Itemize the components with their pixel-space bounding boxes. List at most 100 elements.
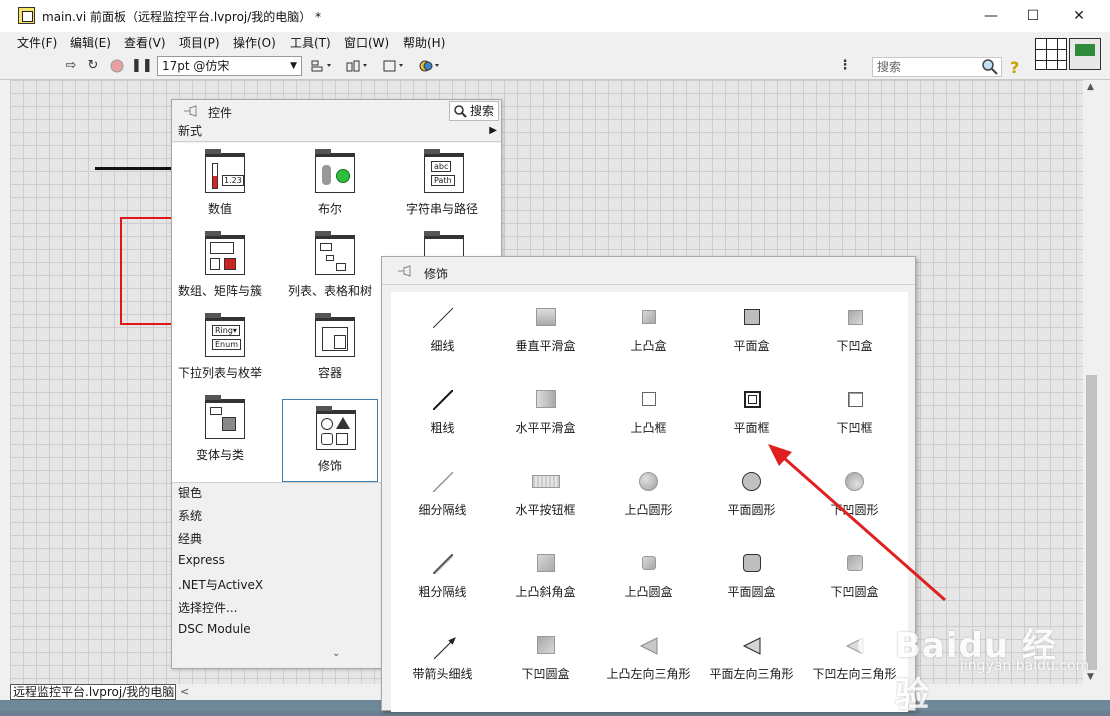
numeric-icon: 1.23 bbox=[205, 149, 245, 193]
deco-raised-frame[interactable]: 上凸框 bbox=[597, 374, 700, 456]
deco-arrow-line[interactable]: 带箭头细线 bbox=[391, 620, 494, 702]
deco-label: 下凹圆盒 bbox=[521, 667, 570, 681]
menu-window[interactable]: 窗口(W) bbox=[344, 34, 389, 51]
palette-item-dotnet-activex[interactable]: .NET与ActiveX bbox=[178, 576, 263, 593]
category-containers[interactable]: 容器 bbox=[282, 307, 378, 389]
deco-label: 水平平滑盒 bbox=[515, 421, 576, 435]
chevron-down-icon[interactable]: ⌄ bbox=[332, 648, 340, 659]
menu-edit[interactable]: 编辑(E) bbox=[70, 34, 111, 51]
align-objects-icon[interactable] bbox=[310, 58, 336, 74]
reorder-icon[interactable] bbox=[418, 58, 444, 74]
category-list-table-tree[interactable]: 列表、表格和树 bbox=[282, 225, 378, 307]
palette-item-express[interactable]: Express bbox=[178, 553, 225, 567]
ring-enum-icon: Ring▾ Enum bbox=[205, 313, 245, 357]
connector-pane-icon[interactable] bbox=[1035, 38, 1067, 70]
font-select[interactable]: 17pt @仿宋 ▼ bbox=[157, 56, 302, 76]
deco-horizontal-smooth-box[interactable]: 水平平滑盒 bbox=[494, 374, 597, 456]
minimize-button[interactable]: — bbox=[968, 0, 1014, 32]
deco-thin-divider[interactable]: 细分隔线 bbox=[391, 456, 494, 538]
palette-item-dsc-module[interactable]: DSC Module bbox=[178, 622, 251, 636]
palette-search-button[interactable]: 搜索 bbox=[449, 101, 499, 121]
search-icon[interactable] bbox=[980, 57, 1000, 77]
deco-flat-box[interactable]: 平面盒 bbox=[700, 292, 803, 374]
palette-section-modern[interactable]: 新式 ▶ bbox=[172, 122, 501, 142]
deco-label: 细分隔线 bbox=[418, 503, 467, 517]
deco-raised-box[interactable]: 上凸盒 bbox=[597, 292, 700, 374]
category-ring-enum[interactable]: Ring▾ Enum 下拉列表与枚举 bbox=[172, 307, 268, 389]
deco-flat-circle[interactable]: 平面圆形 bbox=[700, 456, 803, 538]
category-label: 修饰 bbox=[317, 459, 342, 473]
array-cluster-icon bbox=[205, 231, 245, 275]
vi-icon[interactable] bbox=[1069, 38, 1101, 70]
palette-item-classic[interactable]: 经典 bbox=[178, 530, 202, 547]
deco-label: 垂直平滑盒 bbox=[515, 339, 576, 353]
category-array-matrix-cluster[interactable]: 数组、矩阵与簇 bbox=[172, 225, 268, 307]
deco-raised-bevel-box[interactable]: 上凸斜角盒 bbox=[494, 538, 597, 620]
title-bar: main.vi 前面板（远程监控平台.lvproj/我的电脑） * — ☐ ✕ bbox=[0, 0, 1110, 32]
category-numeric[interactable]: 1.23 数值 bbox=[172, 143, 268, 225]
deco-lowered-frame[interactable]: 下凹框 bbox=[803, 374, 906, 456]
pin-icon[interactable] bbox=[396, 264, 412, 278]
menu-operate[interactable]: 操作(O) bbox=[233, 34, 276, 51]
menu-project[interactable]: 项目(P) bbox=[179, 34, 220, 51]
deco-flat-frame[interactable]: 平面框 bbox=[700, 374, 803, 456]
lowered-rounded-box-icon bbox=[845, 554, 865, 574]
thick-divider-icon bbox=[433, 554, 453, 574]
distribute-objects-icon[interactable] bbox=[346, 58, 372, 74]
flat-left-triangle-icon bbox=[742, 637, 761, 655]
abort-icon[interactable] bbox=[108, 58, 126, 74]
context-help-icon[interactable]: ? bbox=[1010, 58, 1019, 77]
deco-lowered-rounded-box-2[interactable]: 下凹圆盒 bbox=[494, 620, 597, 702]
deco-thick-divider[interactable]: 粗分隔线 bbox=[391, 538, 494, 620]
category-variant-class[interactable]: 变体与类 bbox=[172, 389, 268, 471]
menu-help[interactable]: 帮助(H) bbox=[403, 34, 445, 51]
deco-thin-line[interactable]: 细线 bbox=[391, 292, 494, 374]
category-label: 数值 bbox=[207, 202, 232, 216]
category-label: 下拉列表与枚举 bbox=[177, 366, 262, 380]
scroll-up-icon[interactable]: ▲ bbox=[1087, 82, 1094, 92]
chevron-down-icon: ▼ bbox=[290, 61, 297, 71]
resize-objects-icon[interactable] bbox=[382, 58, 408, 74]
category-decorations[interactable]: 修饰 bbox=[282, 399, 378, 482]
menu-view[interactable]: 查看(V) bbox=[124, 34, 166, 51]
scroll-left-icon[interactable]: < bbox=[180, 685, 189, 698]
vertical-scrollbar[interactable]: ▲ ▼ bbox=[1083, 80, 1100, 684]
scrollbar-thumb[interactable] bbox=[1086, 375, 1097, 670]
decorations-grid: 细线 垂直平滑盒 上凸盒 平面盒 下凹盒 粗线 水平平滑盒 上凸框 平面框 下凹… bbox=[391, 292, 908, 712]
run-continuously-icon[interactable]: ↻ bbox=[84, 58, 102, 74]
deco-vertical-smooth-box[interactable]: 垂直平滑盒 bbox=[494, 292, 597, 374]
run-arrow-icon[interactable]: ⇨ bbox=[62, 58, 80, 74]
deco-lowered-box[interactable]: 下凹盒 bbox=[803, 292, 906, 374]
pin-icon[interactable] bbox=[182, 104, 198, 118]
deco-raised-rounded-box[interactable]: 上凸圆盒 bbox=[597, 538, 700, 620]
lowered-rounded-box-icon bbox=[536, 636, 556, 656]
palette-section-label: 新式 bbox=[178, 124, 203, 138]
deco-label: 平面左向三角形 bbox=[709, 667, 794, 681]
deco-lowered-circle[interactable]: 下凹圆形 bbox=[803, 456, 906, 538]
category-boolean[interactable]: 布尔 bbox=[282, 143, 378, 225]
menu-tools[interactable]: 工具(T) bbox=[290, 34, 331, 51]
maximize-button[interactable]: ☐ bbox=[1010, 0, 1056, 32]
palette-item-select-control[interactable]: 选择控件... bbox=[178, 599, 237, 616]
decorations-palette-header: 修饰 bbox=[382, 257, 915, 285]
close-button[interactable]: ✕ bbox=[1056, 0, 1102, 32]
category-label: 容器 bbox=[317, 366, 342, 380]
palette-item-system[interactable]: 系统 bbox=[178, 507, 202, 524]
palette-item-silver[interactable]: 银色 bbox=[178, 484, 202, 501]
pause-icon[interactable]: ❚❚ bbox=[131, 58, 153, 74]
arrow-line-icon bbox=[433, 637, 456, 660]
search-icon bbox=[453, 104, 467, 118]
grip-icon: ⋮ bbox=[838, 58, 852, 73]
category-string-path[interactable]: abc Path 字符串与路径 bbox=[384, 143, 500, 225]
deco-horizontal-button-box[interactable]: 水平按钮框 bbox=[494, 456, 597, 538]
deco-flat-left-triangle[interactable]: 平面左向三角形 bbox=[700, 620, 803, 702]
menu-file[interactable]: 文件(F) bbox=[17, 34, 57, 51]
labview-window: main.vi 前面板（远程监控平台.lvproj/我的电脑） * — ☐ ✕ … bbox=[0, 0, 1110, 715]
category-label: 列表、表格和树 bbox=[287, 284, 372, 298]
deco-thick-line[interactable]: 粗线 bbox=[391, 374, 494, 456]
horizontal-smooth-box-icon bbox=[536, 390, 556, 410]
raised-box-icon bbox=[639, 308, 659, 328]
deco-raised-left-triangle[interactable]: 上凸左向三角形 bbox=[597, 620, 700, 702]
deco-flat-rounded-box[interactable]: 平面圆盒 bbox=[700, 538, 803, 620]
deco-raised-circle[interactable]: 上凸圆形 bbox=[597, 456, 700, 538]
